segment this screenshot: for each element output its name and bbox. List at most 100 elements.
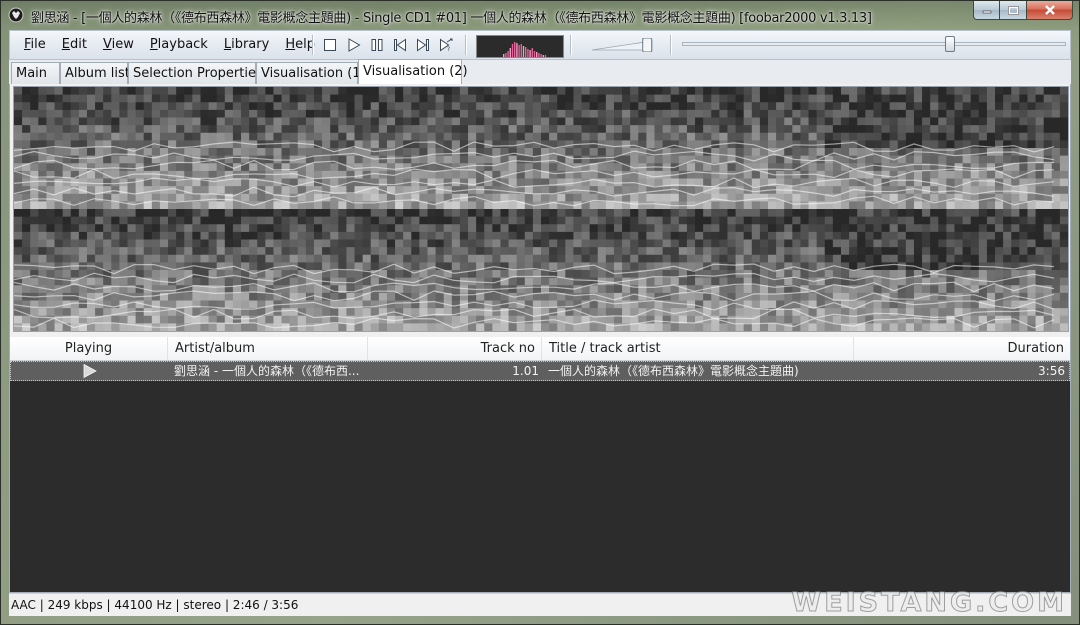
maximize-button[interactable] [1000, 1, 1027, 20]
spectrogram-cell [95, 247, 104, 256]
tab-main[interactable]: Main [11, 62, 60, 84]
spectrogram-cell [249, 155, 258, 164]
spectrogram-cell [1035, 315, 1045, 324]
spectrogram-cell [411, 323, 420, 331]
menu-playback[interactable]: Playback [142, 36, 216, 54]
spectrogram-cell [800, 186, 810, 195]
spectrogram-cell [605, 148, 615, 157]
volume-slider[interactable] [590, 38, 660, 52]
spectrogram-cell [597, 254, 607, 263]
spectrogram-view[interactable] [13, 86, 1069, 332]
spectrogram-cell [662, 102, 672, 111]
spectrogram-cell [865, 224, 875, 233]
spectrogram-cell [589, 224, 599, 233]
column-playing[interactable]: Playing [10, 337, 168, 360]
spectrogram-cell [849, 209, 858, 218]
previous-icon[interactable] [393, 38, 407, 52]
stop-icon[interactable] [323, 38, 337, 52]
volume-thumb[interactable] [642, 38, 653, 52]
tab-bar: Main Album list Selection Properties Vis… [9, 59, 1071, 84]
spectrogram-cell [1019, 132, 1029, 141]
spectrogram-cell [1019, 193, 1029, 202]
menu-help[interactable]: Help [277, 36, 323, 54]
menu-library[interactable]: Library [216, 36, 277, 54]
spectrogram-cell [986, 209, 996, 218]
spectrogram-cell [686, 87, 696, 96]
menu-library-accel: L [223, 37, 232, 52]
spectrogram-cell [711, 193, 720, 202]
spectrogram-cell [208, 201, 218, 209]
tab-album-list[interactable]: Album list [60, 62, 130, 84]
close-button[interactable] [1027, 1, 1073, 20]
tab-visualisation-2[interactable]: Visualisation (2) [358, 59, 468, 84]
spectrogram-cell [889, 224, 899, 233]
spectrogram-cell [395, 254, 404, 263]
spectrogram-cell [427, 94, 437, 103]
spectrogram-cell [670, 308, 680, 317]
spectrogram-cell [849, 117, 858, 126]
spectrogram-cell [265, 178, 275, 187]
spectrogram-cell [776, 231, 785, 241]
spectrogram-cell [492, 247, 502, 256]
spectrogram-cell [22, 102, 31, 111]
spectrogram-cell [897, 292, 907, 302]
spectrogram-cell [913, 109, 923, 119]
spectrogram-cell [727, 308, 737, 317]
spectrogram-cell [873, 140, 883, 149]
minimize-button[interactable] [973, 1, 1000, 20]
spectrogram-cell [808, 262, 818, 271]
seek-bar[interactable] [682, 36, 1066, 52]
menu-view-rest: iew [111, 37, 134, 52]
spectrogram-cell [86, 132, 96, 141]
spectrogram-cell [808, 292, 818, 302]
spectrogram-cell [597, 247, 607, 256]
spectrogram-cell [986, 239, 996, 248]
spectrogram-cell [897, 216, 907, 225]
spectrogram-cell [459, 231, 469, 241]
column-track-no[interactable]: Track no [368, 337, 542, 360]
spectrogram-cell [516, 132, 526, 141]
table-row[interactable]: 劉思涵 - 一個人的森林（《德布西... 1.01 一個人的森林（《德布西森林》… [10, 361, 1070, 381]
spectrogram-cell [208, 87, 218, 96]
spectrogram-cell [768, 109, 777, 119]
random-icon[interactable]: ? [439, 38, 453, 52]
menu-file[interactable]: File [16, 36, 54, 54]
title-bar[interactable]: 劉思涵 - [一個人的森林（《德布西森林》電影概念主題曲) - Single C… [1, 1, 1079, 30]
spectrogram-cell [743, 285, 753, 294]
spectrogram-cell [832, 109, 842, 119]
spectrogram-cell [508, 87, 518, 96]
spectrogram-cell [597, 201, 607, 209]
spectrogram-cell [581, 109, 591, 119]
menu-edit[interactable]: Edit [54, 36, 95, 54]
column-duration[interactable]: Duration [854, 337, 1072, 360]
spectrogram-cell [95, 231, 104, 241]
spectrogram-cell [1043, 117, 1053, 126]
spectrogram-cell [573, 292, 583, 302]
spectrogram-cell [14, 224, 23, 233]
menu-view[interactable]: View [95, 36, 142, 54]
spectrogram-cell [184, 102, 193, 111]
spectrogram-cell [54, 270, 64, 279]
playlist-view[interactable]: Playing Artist/album Track no Title / tr… [10, 337, 1070, 592]
spectrogram-cell [970, 178, 980, 187]
spectrogram-cell [451, 170, 461, 180]
pause-icon[interactable] [370, 38, 384, 52]
spectrogram-cell [1019, 117, 1029, 126]
spectrogram-cell [711, 201, 720, 209]
spectrogram-cell [322, 239, 331, 248]
tab-visualisation-1[interactable]: Visualisation (1) [256, 62, 366, 84]
foobar-app-icon[interactable] [8, 7, 24, 23]
tab-selection-properties[interactable]: Selection Properties [128, 62, 263, 84]
spectrogram-cell [605, 315, 615, 324]
column-artist-album[interactable]: Artist/album [168, 337, 368, 360]
next-icon[interactable] [416, 38, 430, 52]
spectrogram-cell [768, 87, 777, 96]
spectrogram-cell [1003, 155, 1012, 164]
spectrogram-cell [451, 155, 461, 164]
column-title[interactable]: Title / track artist [542, 337, 854, 360]
spectrogram-cell [832, 224, 842, 233]
play-icon[interactable] [347, 38, 361, 52]
seek-thumb[interactable] [945, 36, 956, 52]
spectrogram-cell [103, 277, 112, 286]
spectrum-visualisation[interactable] [476, 35, 564, 58]
